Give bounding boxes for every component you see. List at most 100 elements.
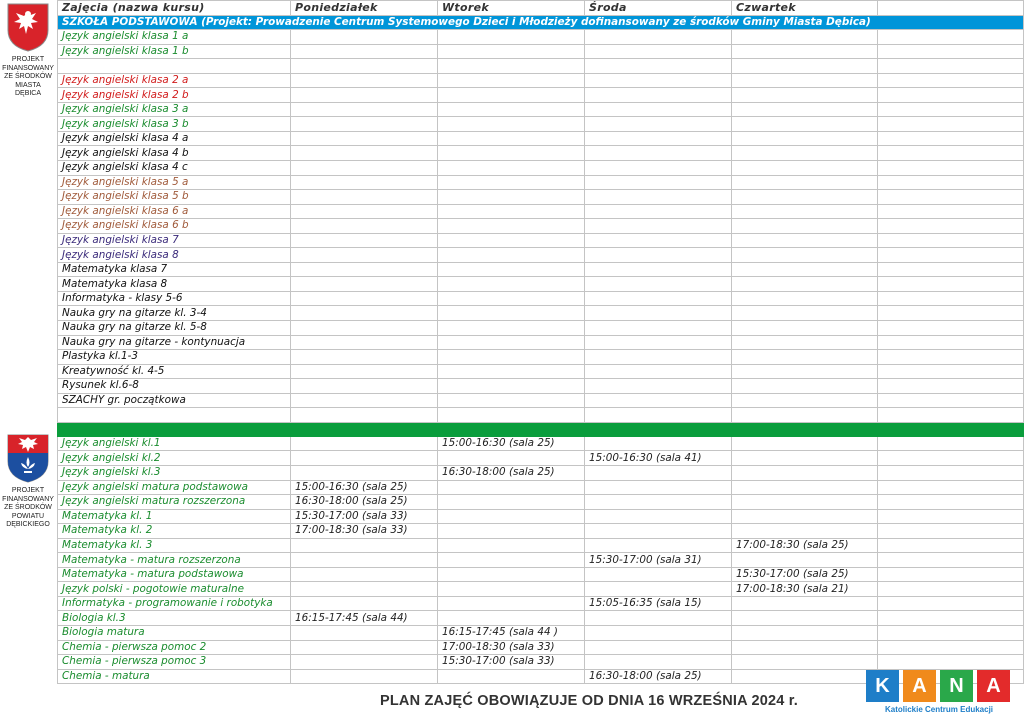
course-name: Chemia - matura	[57, 668, 291, 685]
schedule-cell	[290, 624, 438, 641]
schedule-cell	[877, 218, 1024, 234]
schedule-cell	[584, 581, 732, 597]
schedule-cell	[877, 537, 1024, 554]
schedule-cell	[731, 130, 878, 147]
schedule-cell	[731, 174, 878, 191]
course-name: Matematyka klasa 7	[57, 261, 291, 278]
schedule-cell	[437, 581, 585, 597]
side-line: MIASTA	[15, 81, 41, 89]
schedule-cell	[584, 305, 732, 322]
schedule-cell	[290, 450, 438, 466]
side-line: POWIATU	[11, 512, 45, 520]
schedule-cell	[290, 349, 438, 365]
schedule-cell	[437, 610, 585, 626]
schedule-cell	[731, 378, 878, 394]
schedule-cell	[437, 407, 585, 423]
schedule-cell	[731, 58, 878, 74]
schedule-cell	[584, 537, 732, 554]
schedule-cell	[877, 87, 1024, 103]
schedule-cell: 15:00-16:30 (sala 25)	[290, 479, 438, 496]
course-name: Biologia kl.3	[57, 610, 291, 626]
schedule-cell	[290, 668, 438, 685]
schedule-cell	[731, 320, 878, 336]
schedule-cell	[584, 58, 732, 74]
schedule-cell	[877, 392, 1024, 409]
schedule-cell	[290, 595, 438, 612]
schedule-cell	[290, 407, 438, 423]
schedule-sheet: Zajęcia (nazwa kursu) Poniedziałek Wtore…	[57, 0, 1024, 685]
schedule-cell	[584, 494, 732, 510]
schedule-cell	[437, 29, 585, 45]
course-name: Rysunek kl.6-8	[57, 378, 291, 394]
schedule-cell	[437, 101, 585, 118]
table-row: Język angielski klasa 4 a	[57, 130, 1024, 147]
debica-city-crest-icon	[7, 3, 49, 52]
schedule-cell	[877, 363, 1024, 380]
schedule-cell	[437, 363, 585, 380]
schedule-cell	[877, 290, 1024, 307]
schedule-cell	[877, 116, 1024, 132]
course-name: Język angielski klasa 2 a	[57, 72, 291, 89]
schedule-cell	[290, 145, 438, 162]
schedule-cell	[877, 523, 1024, 539]
table-row: Matematyka klasa 8	[57, 276, 1024, 292]
table-row: Język angielski matura podstawowa 15:00-1…	[57, 479, 1024, 496]
schedule-cell	[584, 189, 732, 205]
schedule-cell	[731, 334, 878, 351]
table-row: Matematyka kl. 3 17:00-18:30 (sala 25)	[57, 537, 1024, 554]
divider-cell	[877, 421, 1024, 437]
schedule-cell	[877, 349, 1024, 365]
table-row	[57, 58, 1024, 74]
course-name: Język polski - pogotowie maturalne	[57, 581, 291, 597]
schedule-cell	[290, 29, 438, 45]
schedule-cell	[731, 654, 878, 670]
table-row: Nauka gry na gitarze - kontynuacja	[57, 334, 1024, 351]
schedule-cell	[731, 43, 878, 60]
col-header-thursday: Czwartek	[731, 0, 878, 16]
table-row: Język angielski klasa 4 b	[57, 145, 1024, 162]
schedule-cell: 15:30-17:00 (sala 25)	[731, 566, 878, 583]
schedule-cell	[877, 145, 1024, 162]
schedule-cell	[437, 276, 585, 292]
schedule-cell	[731, 116, 878, 132]
schedule-cell	[290, 101, 438, 118]
course-name: Język angielski matura rozszerzona	[57, 494, 291, 510]
schedule-cell	[437, 72, 585, 89]
schedule-cell	[437, 261, 585, 278]
schedule-cell	[877, 581, 1024, 597]
schedule-cell	[731, 290, 878, 307]
kana-letters: KANA	[866, 670, 1012, 702]
course-name: Biologia matura	[57, 624, 291, 641]
course-name	[57, 58, 291, 74]
schedule-cell	[584, 160, 732, 176]
schedule-cell	[584, 378, 732, 394]
schedule-cell	[731, 450, 878, 466]
table-row: Biologia matura 16:15-17:45 (sala 44 )	[57, 624, 1024, 641]
schedule-cell	[290, 566, 438, 583]
schedule-cell	[584, 276, 732, 292]
table-row: Matematyka - matura rozszerzona 15:30-17:…	[57, 552, 1024, 568]
schedule-cell: 16:30-18:00 (sala 25)	[584, 668, 732, 685]
side-line: PROJEKT	[11, 56, 45, 63]
table-row: Język angielski klasa 8	[57, 247, 1024, 263]
schedule-cell	[731, 189, 878, 205]
course-name: Plastyka kl.1-3	[57, 349, 291, 365]
divider-cell	[57, 421, 291, 437]
schedule-cell	[584, 101, 732, 118]
schedule-cell	[731, 435, 878, 452]
schedule-cell	[290, 58, 438, 74]
divider-cell	[290, 421, 438, 437]
table-row: Język angielski klasa 2 a	[57, 72, 1024, 89]
schedule-cell	[437, 668, 585, 685]
table-row: Chemia - pierwsza pomoc 2 17:00-18:30 (sa…	[57, 639, 1024, 656]
col-header-monday: Poniedziałek	[290, 0, 438, 16]
course-name: Język angielski klasa 8	[57, 247, 291, 263]
schedule-cell	[584, 87, 732, 103]
table-row: Informatyka - klasy 5-6	[57, 290, 1024, 307]
schedule-cell	[584, 72, 732, 89]
table-row: Nauka gry na gitarze kl. 3-4	[57, 305, 1024, 322]
schedule-cell	[877, 305, 1024, 322]
schedule-cell	[731, 101, 878, 118]
schedule-cell	[584, 43, 732, 60]
schedule-cell	[437, 508, 585, 525]
